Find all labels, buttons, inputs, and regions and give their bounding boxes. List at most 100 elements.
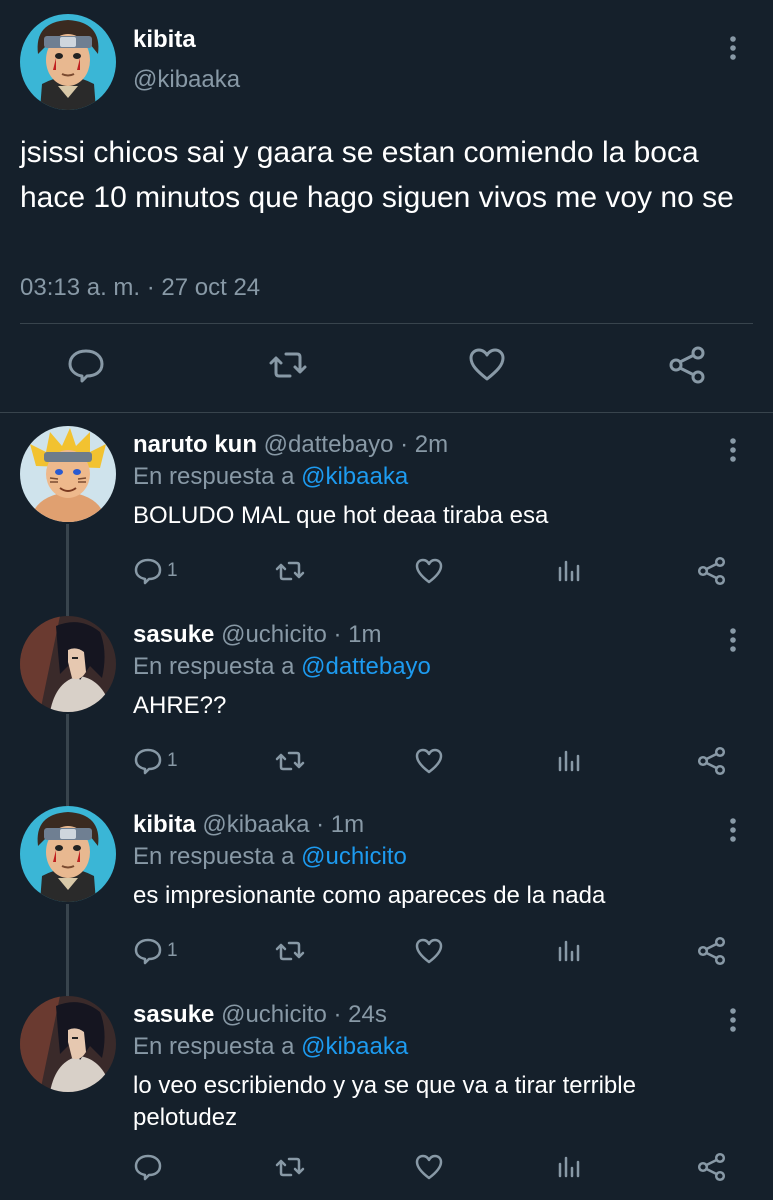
retweet-icon [274,936,306,966]
more-options-icon[interactable] [723,34,743,64]
mention-link[interactable]: @kibaaka [301,1033,408,1060]
share-icon [697,1152,727,1182]
views-button[interactable] [556,746,584,776]
avatar[interactable] [20,426,116,522]
reply-header: sasuke @uchicito · 24s [133,1001,387,1029]
share-button[interactable] [697,1152,727,1182]
author-handle[interactable]: @kibaaka [133,66,240,94]
share-icon[interactable] [668,345,708,385]
reply-tweet[interactable]: naruto kun @dattebayo · 2m En respuesta … [0,426,773,616]
main-tweet: kibita @kibaaka jsissi chicos sai y gaar… [0,0,773,412]
replying-to: En respuesta a @uchicito [133,843,407,870]
reply-button[interactable]: 1 [133,936,178,966]
reply-count: 1 [167,560,178,581]
reply-tweet[interactable]: sasuke @uchicito · 1m En respuesta a @da… [0,616,773,806]
share-button[interactable] [697,746,727,776]
reply-tweet[interactable]: kibita @kibaaka · 1m En respuesta a @uch… [0,806,773,996]
reply-icon [133,936,163,966]
section-divider [0,412,773,413]
reply-text: BOLUDO MAL que hot deaa tiraba esa [133,502,549,529]
reply-actions: 1 [0,936,773,976]
reply-tweet[interactable]: sasuke @uchicito · 24s En respuesta a @k… [0,996,773,1200]
reply-icon [133,556,163,586]
like-icon[interactable] [467,345,507,385]
more-options-icon[interactable] [723,436,743,466]
reply-count: 1 [167,940,178,961]
analytics-icon [556,746,584,776]
reply-time[interactable]: · 2m [400,431,448,458]
retweet-button[interactable] [274,746,306,776]
more-options-icon[interactable] [723,1006,743,1036]
retweet-button[interactable] [274,936,306,966]
reply-button[interactable] [133,1152,163,1182]
share-icon [697,556,727,586]
reply-text: AHRE?? [133,692,227,719]
retweet-icon[interactable] [268,345,308,385]
share-icon [697,936,727,966]
reply-text: lo veo escribiendo y ya se que va a tira… [133,1072,636,1131]
reply-actions: 1 [0,746,773,786]
mention-link[interactable]: @uchicito [301,843,407,870]
reply-header: naruto kun @dattebayo · 2m [133,431,448,459]
views-button[interactable] [556,936,584,966]
reply-actions: 1 [0,556,773,596]
share-button[interactable] [697,556,727,586]
analytics-icon [556,936,584,966]
author-name[interactable]: naruto kun [133,431,257,458]
author-name[interactable]: kibita [133,811,196,838]
views-button[interactable] [556,556,584,586]
replying-to: En respuesta a @dattebayo [133,653,431,680]
author-handle[interactable]: @uchicito [221,621,327,648]
retweet-icon [274,746,306,776]
more-options-icon[interactable] [723,626,743,656]
reply-icon[interactable] [66,345,106,385]
analytics-icon [556,1152,584,1182]
reply-text: es impresionante como apareces de la nad… [133,882,606,909]
tweet-actions [0,345,773,395]
like-button[interactable] [414,936,444,966]
reply-count: 1 [167,750,178,771]
reply-actions [0,1152,773,1192]
retweet-icon [274,1152,306,1182]
tweet-text: jsissi chicos sai y gaara se estan comie… [20,136,734,214]
like-button[interactable] [414,1152,444,1182]
tweet-timestamp[interactable]: 03:13 a. m. · 27 oct 24 [20,274,260,302]
like-button[interactable] [414,556,444,586]
like-icon [414,746,444,776]
author-name[interactable]: sasuke [133,1001,214,1028]
replying-to: En respuesta a @kibaaka [133,1033,409,1060]
reply-header: sasuke @uchicito · 1m [133,621,382,649]
reply-time[interactable]: · 1m [334,621,382,648]
divider [20,323,753,324]
reply-icon [133,746,163,776]
avatar[interactable] [20,806,116,902]
retweet-button[interactable] [274,1152,306,1182]
like-icon [414,936,444,966]
share-icon [697,746,727,776]
reply-time[interactable]: · 24s [334,1001,387,1028]
author-handle[interactable]: @uchicito [221,1001,327,1028]
avatar[interactable] [20,616,116,712]
views-button[interactable] [556,1152,584,1182]
reply-header: kibita @kibaaka · 1m [133,811,364,839]
mention-link[interactable]: @dattebayo [301,653,431,680]
share-button[interactable] [697,936,727,966]
author-name[interactable]: kibita [133,26,196,54]
like-icon [414,1152,444,1182]
reply-button[interactable]: 1 [133,556,178,586]
more-options-icon[interactable] [723,816,743,846]
analytics-icon [556,556,584,586]
mention-link[interactable]: @kibaaka [301,463,408,490]
author-handle[interactable]: @dattebayo [264,431,394,458]
author-handle[interactable]: @kibaaka [202,811,309,838]
replying-to: En respuesta a @kibaaka [133,463,409,490]
retweet-icon [274,556,306,586]
author-name[interactable]: sasuke [133,621,214,648]
avatar[interactable] [20,996,116,1092]
like-icon [414,556,444,586]
reply-button[interactable]: 1 [133,746,178,776]
like-button[interactable] [414,746,444,776]
retweet-button[interactable] [274,556,306,586]
avatar[interactable] [20,14,116,110]
reply-time[interactable]: · 1m [316,811,364,838]
